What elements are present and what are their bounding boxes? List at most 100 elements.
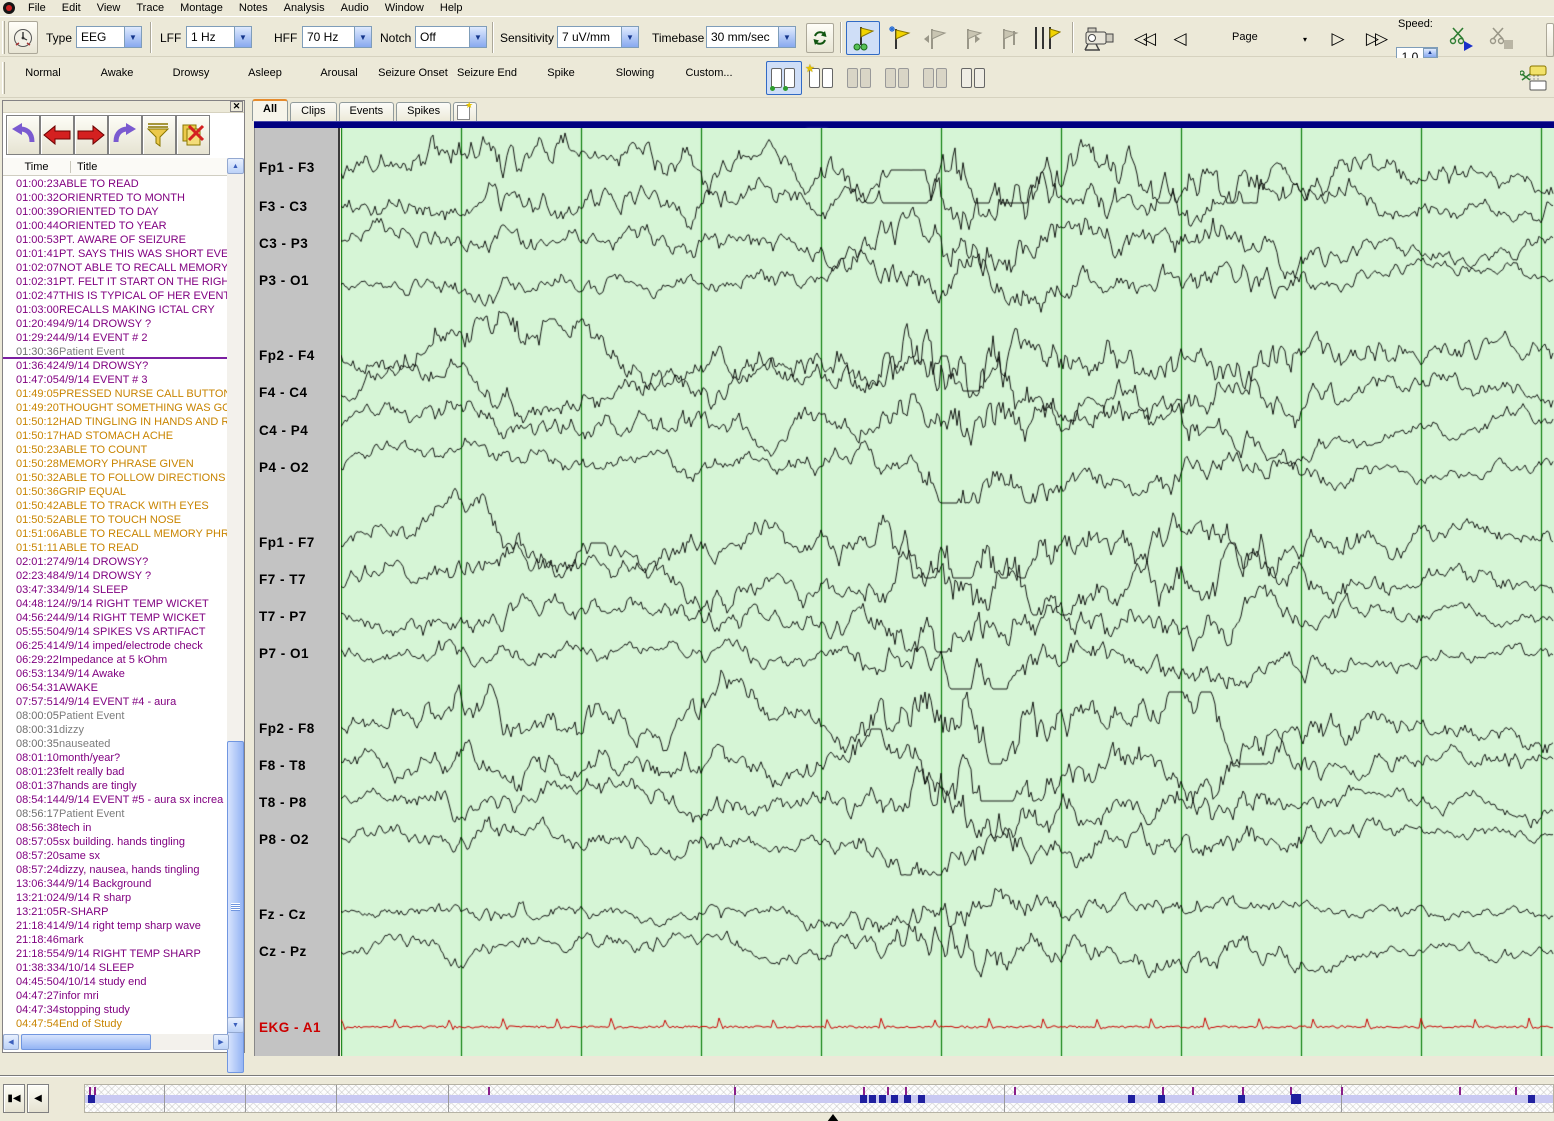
event-row[interactable]: 13:21:024/9/14 R sharp: [3, 891, 229, 905]
event-row[interactable]: 04:47:54End of Study: [3, 1017, 229, 1031]
timeline-start-icon[interactable]: ▮◀: [3, 1084, 25, 1113]
event-row[interactable]: 08:56:17Patient Event: [3, 807, 229, 821]
event-row[interactable]: 08:01:10month/year?: [3, 751, 229, 765]
event-row[interactable]: 08:01:37hands are tingly: [3, 779, 229, 793]
channel-label-fz-cz[interactable]: Fz - Cz: [259, 907, 306, 922]
chevron-down-icon[interactable]: ▼: [124, 27, 141, 47]
annotation-button-awake[interactable]: Awake: [80, 64, 154, 82]
event-row[interactable]: 01:50:32ABLE TO FOLLOW DIRECTIONS: [3, 471, 229, 485]
clip-pages-all-icon[interactable]: [956, 61, 992, 95]
next-event-icon[interactable]: [74, 115, 108, 155]
menu-view[interactable]: View: [89, 1, 129, 15]
event-row[interactable]: 01:36:424/9/14 DROWSY?: [3, 359, 229, 373]
channel-label-t7-p7[interactable]: T7 - P7: [259, 609, 307, 624]
new-note-tab-icon[interactable]: [453, 102, 477, 121]
toolbar-grip[interactable]: [2, 62, 5, 94]
flag-prev-icon[interactable]: [918, 21, 952, 55]
menu-window[interactable]: Window: [377, 1, 432, 15]
event-list-header[interactable]: Time Title: [3, 158, 229, 176]
toolbar-grip[interactable]: [2, 21, 5, 54]
menu-audio[interactable]: Audio: [333, 1, 377, 15]
event-row[interactable]: 01:29:244/9/14 EVENT # 2: [3, 331, 229, 345]
overflow-button[interactable]: [1546, 23, 1554, 57]
event-row[interactable]: 01:03:00RECALLS MAKING ICTAL CRY: [3, 303, 229, 317]
scroll-down-icon[interactable]: ▼: [227, 1017, 244, 1033]
fast-forward-icon[interactable]: ▷▷: [1356, 21, 1394, 55]
clip-pages-prev-icon[interactable]: [842, 61, 878, 95]
event-row[interactable]: 01:51:06ABLE TO RECALL MEMORY PHRAS: [3, 527, 229, 541]
menu-trace[interactable]: Trace: [128, 1, 172, 15]
event-row[interactable]: 21:18:46mark: [3, 933, 229, 947]
cut-play-icon[interactable]: [1444, 21, 1480, 55]
event-row[interactable]: 08:00:35nauseated: [3, 737, 229, 751]
event-row[interactable]: 06:54:31AWAKE: [3, 681, 229, 695]
clip-pages-next-icon[interactable]: [880, 61, 916, 95]
lff-combo[interactable]: 1 Hz ▼: [186, 26, 252, 48]
channel-label-c3-p3[interactable]: C3 - P3: [259, 236, 308, 251]
event-row[interactable]: 04:48:124//9/14 RIGHT TEMP WICKET: [3, 597, 229, 611]
annotation-button-asleep[interactable]: Asleep: [228, 64, 302, 82]
undo-arrow-icon[interactable]: [6, 115, 40, 155]
hff-combo[interactable]: 70 Hz ▼: [302, 26, 372, 48]
scrollbar-thumb[interactable]: [21, 1034, 151, 1050]
tab-all[interactable]: All: [252, 99, 288, 121]
event-row[interactable]: 05:55:504/9/14 SPIKES VS ARTIFACT: [3, 625, 229, 639]
clip-pages-new-icon[interactable]: ★: [804, 61, 840, 95]
menu-help[interactable]: Help: [432, 1, 471, 15]
prev-event-icon[interactable]: [40, 115, 74, 155]
event-row[interactable]: 01:30:36Patient Event: [3, 345, 229, 359]
menu-edit[interactable]: Edit: [54, 1, 89, 15]
flag-new-icon[interactable]: [882, 21, 916, 55]
event-row[interactable]: 01:49:05PRESSED NURSE CALL BUTTON: [3, 387, 229, 401]
spin-up-icon[interactable]: ▲: [1423, 48, 1437, 58]
annotation-button-slowing[interactable]: Slowing: [598, 64, 672, 82]
prune-clip-icon[interactable]: [1516, 61, 1552, 95]
event-row[interactable]: 01:01:41PT. SAYS THIS WAS SHORT EVEN: [3, 247, 229, 261]
menu-file[interactable]: File: [20, 1, 54, 15]
event-row[interactable]: 01:50:36GRIP EQUAL: [3, 485, 229, 499]
event-row[interactable]: 01:00:23ABLE TO READ: [3, 177, 229, 191]
event-row[interactable]: 08:57:05sx building. hands tingling: [3, 835, 229, 849]
event-row[interactable]: 01:50:12HAD TINGLING IN HANDS AND R: [3, 415, 229, 429]
event-row[interactable]: 21:18:414/9/14 right temp sharp wave: [3, 919, 229, 933]
event-row[interactable]: 01:02:07NOT ABLE TO RECALL MEMORY P: [3, 261, 229, 275]
remove-filter-icon[interactable]: [176, 115, 210, 155]
video-camera-icon[interactable]: [1078, 21, 1120, 55]
clip-pages-last-icon[interactable]: [918, 61, 954, 95]
channel-label-p3-o1[interactable]: P3 - O1: [259, 273, 309, 288]
chevron-down-icon[interactable]: ▼: [354, 27, 371, 47]
channel-label-f3-c3[interactable]: F3 - C3: [259, 199, 308, 214]
scroll-left-icon[interactable]: ◀: [3, 1034, 19, 1050]
event-row[interactable]: 02:01:274/9/14 DROWSY?: [3, 555, 229, 569]
column-header-title[interactable]: Title: [71, 161, 97, 173]
channel-label-f7-t7[interactable]: F7 - T7: [259, 572, 306, 587]
step-back-icon[interactable]: ◁: [1166, 21, 1194, 55]
timebase-combo[interactable]: 30 mm/sec ▼: [706, 26, 796, 48]
event-row[interactable]: 07:57:514/9/14 EVENT #4 - aura: [3, 695, 229, 709]
annotation-button-normal[interactable]: Normal: [6, 64, 80, 82]
tab-clips[interactable]: Clips: [290, 102, 336, 121]
flag-last-icon[interactable]: [990, 21, 1024, 55]
column-header-time[interactable]: Time: [3, 161, 71, 173]
event-row[interactable]: 06:29:22Impedance at 5 kOhm: [3, 653, 229, 667]
step-forward-icon[interactable]: ▷: [1324, 21, 1352, 55]
channel-label-fp2-f8[interactable]: Fp2 - F8: [259, 721, 315, 736]
channel-label-p8-o2[interactable]: P8 - O2: [259, 832, 309, 847]
chevron-down-icon[interactable]: ▼: [621, 27, 638, 47]
annotation-button-seizure-end[interactable]: Seizure End: [450, 64, 524, 82]
timeline-strip[interactable]: [84, 1084, 1554, 1113]
tab-spikes[interactable]: Spikes: [396, 102, 451, 121]
annotation-button-seizure-onset[interactable]: Seizure Onset: [376, 64, 450, 82]
horizontal-scrollbar[interactable]: ◀ ▶: [3, 1034, 229, 1050]
event-row[interactable]: 08:00:31dizzy: [3, 723, 229, 737]
event-row[interactable]: 13:21:05R-SHARP: [3, 905, 229, 919]
cut-disabled-icon[interactable]: [1484, 21, 1520, 55]
scroll-right-icon[interactable]: ▶: [213, 1034, 229, 1050]
channel-label-c4-p4[interactable]: C4 - P4: [259, 423, 308, 438]
event-row[interactable]: 01:50:17HAD STOMACH ACHE: [3, 429, 229, 443]
channel-label-fp1-f3[interactable]: Fp1 - F3: [259, 160, 315, 175]
flag-goto-icon[interactable]: [846, 21, 880, 55]
tab-events[interactable]: Events: [339, 102, 395, 121]
event-row[interactable]: 08:01:23felt really bad: [3, 765, 229, 779]
chevron-down-icon[interactable]: ▼: [469, 27, 486, 47]
